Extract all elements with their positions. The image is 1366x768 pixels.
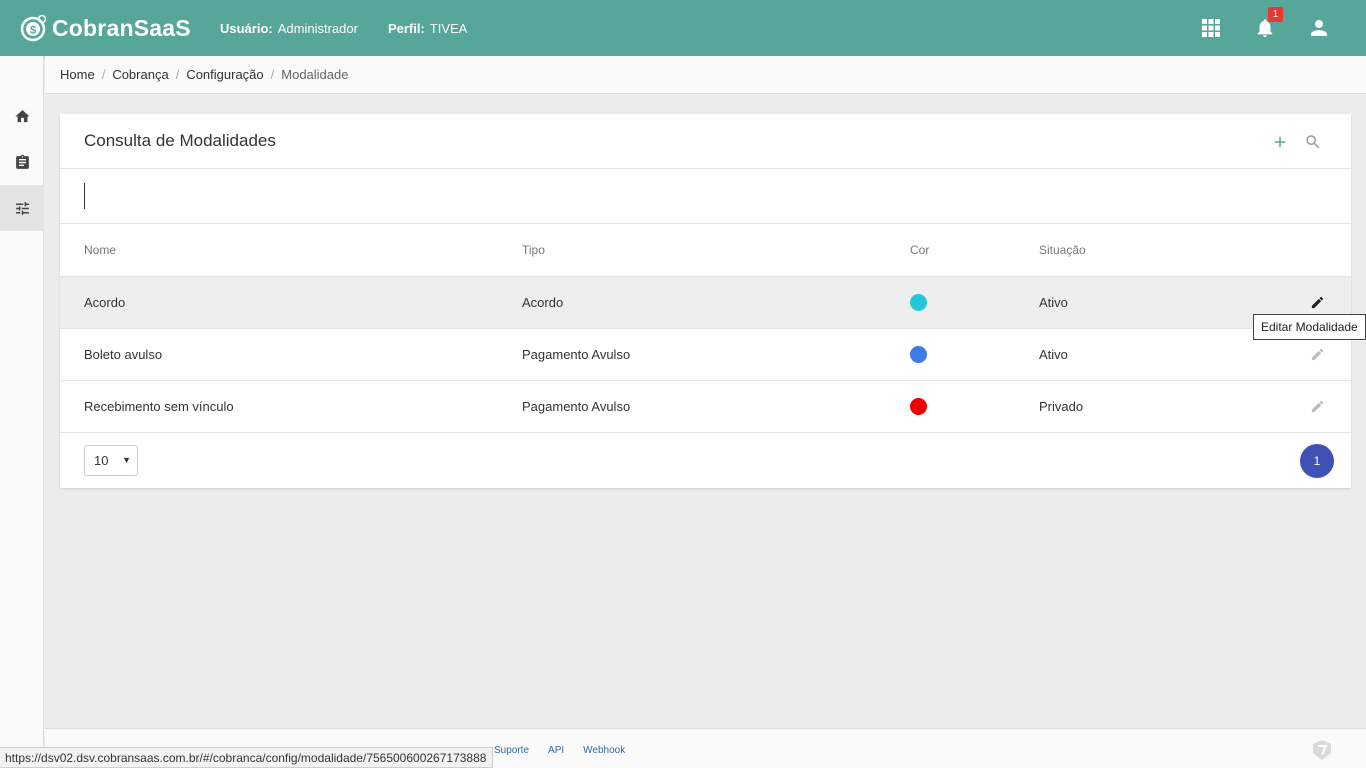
- page-button-current[interactable]: 1: [1300, 443, 1334, 478]
- cell-nome: Recebimento sem vínculo: [60, 380, 522, 433]
- cell-cor: [910, 380, 1039, 433]
- profile-label: Perfil:: [387, 20, 425, 36]
- table-row[interactable]: Boleto avulso Pagamento Avulso Ativo: [60, 328, 1351, 381]
- footer-link-api[interactable]: API: [548, 745, 564, 756]
- sidebar-item-configuracao[interactable]: [0, 185, 44, 231]
- breadcrumb-configuracao[interactable]: Configuração: [186, 67, 263, 82]
- pencil-icon: [1311, 296, 1323, 308]
- profile-value: TIVEA: [429, 20, 468, 36]
- clipboard-icon: [15, 154, 29, 169]
- account-icon: [1311, 20, 1327, 36]
- sidebar-item-cobranca[interactable]: [0, 139, 44, 185]
- column-header-situacao[interactable]: Situação: [1039, 224, 1239, 277]
- cell-cor: [910, 328, 1039, 381]
- color-swatch: [910, 345, 927, 363]
- pencil-icon: [1311, 348, 1323, 360]
- table-header-row: Nome Tipo Cor Situação: [60, 224, 1351, 277]
- breadcrumb-home[interactable]: Home: [60, 67, 95, 82]
- edit-button[interactable]: [1305, 394, 1329, 418]
- search-button[interactable]: [1296, 125, 1329, 159]
- breadcrumb-separator: /: [270, 67, 275, 82]
- cell-situacao: Ativo: [1039, 276, 1239, 329]
- user-label: Usuário:: [220, 20, 273, 36]
- plus-icon: [1274, 136, 1285, 147]
- breadcrumb-separator: /: [101, 67, 106, 82]
- column-header-nome[interactable]: Nome: [60, 224, 522, 277]
- breadcrumb-separator: /: [175, 67, 180, 82]
- sliders-icon: [15, 201, 29, 215]
- caret-down-icon: ▼: [122, 454, 131, 465]
- user-info: Usuário: Administrador Perfil: TIVEA: [220, 21, 497, 36]
- color-swatch: [910, 293, 927, 311]
- table-row[interactable]: Acordo Acordo Ativo: [60, 276, 1351, 329]
- breadcrumb-cobranca[interactable]: Cobrança: [112, 67, 168, 82]
- modalidades-table: Nome Tipo Cor Situação Acordo Acordo Ati…: [60, 224, 1351, 433]
- apps-grid-icon: [1202, 19, 1220, 37]
- page-size-value: 10: [94, 452, 109, 468]
- table-row[interactable]: Recebimento sem vínculo Pagamento Avulso…: [60, 380, 1351, 433]
- footer-link-webhook[interactable]: Webhook: [583, 745, 625, 756]
- page-title: Consulta de Modalidades: [84, 131, 276, 150]
- modalidades-card: Consulta de Modalidades Nome Tipo Cor Si…: [60, 114, 1351, 488]
- coin-logo-icon: $: [20, 14, 47, 42]
- color-swatch: [910, 397, 927, 415]
- breadcrumb-modalidade: Modalidade: [281, 67, 349, 82]
- cell-tipo: Pagamento Avulso: [522, 328, 910, 381]
- column-header-actions: [1239, 224, 1351, 277]
- add-button[interactable]: [1263, 125, 1296, 159]
- cell-nome: Acordo: [60, 276, 522, 329]
- footer-link-suporte[interactable]: Suporte: [494, 745, 529, 756]
- brand-name: CobranSaaS: [52, 14, 191, 41]
- status-bar-url: https://dsv02.dsv.cobransaas.com.br/#/co…: [0, 747, 494, 768]
- search-icon: [1305, 134, 1319, 148]
- cell-situacao: Privado: [1039, 380, 1239, 433]
- notifications-button[interactable]: 1: [1238, 0, 1292, 56]
- search-input[interactable]: [84, 183, 684, 209]
- sidebar: [0, 56, 44, 768]
- top-app-bar: $ CobranSaaS Usuário: Administrador Perf…: [0, 0, 1366, 56]
- cell-cor: [910, 276, 1039, 329]
- breadcrumb: Home / Cobrança / Configuração / Modalid…: [45, 56, 1366, 94]
- svg-text:$: $: [30, 25, 36, 37]
- edit-button[interactable]: [1305, 290, 1329, 314]
- home-icon: [14, 109, 30, 122]
- apps-button[interactable]: [1184, 0, 1238, 56]
- cell-tipo: Pagamento Avulso: [522, 380, 910, 433]
- user-value: Administrador: [277, 20, 358, 36]
- cell-tipo: Acordo: [522, 276, 910, 329]
- footer-logo-icon: [1313, 740, 1331, 760]
- cell-nome: Boleto avulso: [60, 328, 522, 381]
- edit-button[interactable]: [1305, 342, 1329, 366]
- cell-actions: [1239, 380, 1351, 433]
- sidebar-item-home[interactable]: [0, 93, 44, 139]
- column-header-tipo[interactable]: Tipo: [522, 224, 910, 277]
- edit-tooltip: Editar Modalidade: [1253, 314, 1366, 340]
- account-button[interactable]: [1292, 0, 1346, 56]
- cell-situacao: Ativo: [1039, 328, 1239, 381]
- page-size-select[interactable]: 10 ▼: [84, 444, 138, 476]
- brand-logo[interactable]: $ CobranSaaS: [20, 14, 220, 42]
- column-header-cor[interactable]: Cor: [910, 224, 1039, 277]
- pencil-icon: [1311, 400, 1323, 412]
- notification-badge: 1: [1268, 7, 1283, 22]
